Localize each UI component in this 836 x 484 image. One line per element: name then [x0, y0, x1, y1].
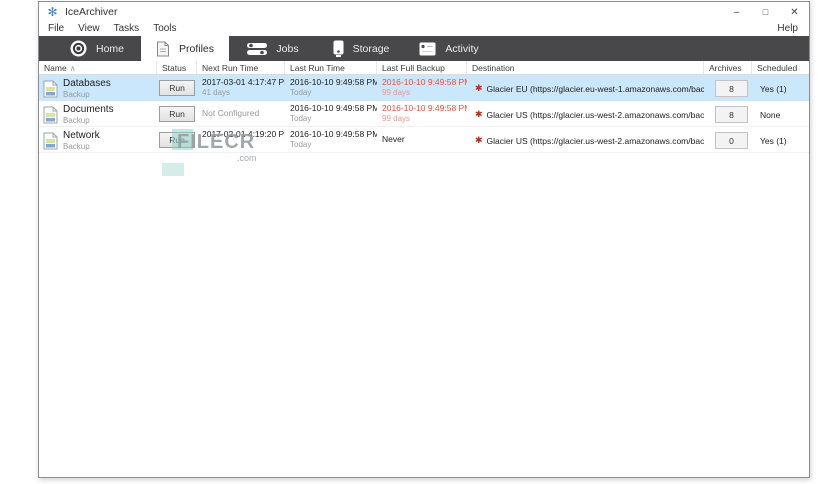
window-controls: – □ ✕ [722, 2, 809, 22]
glacier-icon: ✱ [475, 83, 483, 93]
glacier-icon: ✱ [475, 109, 483, 119]
toolbar: Home Profiles Jobs Storage Activity [39, 36, 809, 61]
app-logo-icon: ✻ [47, 4, 58, 19]
profile-document-icon [43, 132, 58, 150]
tab-activity[interactable]: Activity [405, 36, 493, 61]
profiles-icon [156, 41, 170, 57]
window-title: IceArchiver [65, 6, 118, 18]
profile-document-icon [43, 106, 58, 124]
column-header-last-run[interactable]: Last Run Time [285, 61, 377, 74]
next-run-sub: 41 days [202, 88, 231, 97]
last-full-backup: 2016-10-10 9:49:58 PM [382, 77, 467, 87]
tab-profiles[interactable]: Profiles [141, 36, 229, 61]
close-button[interactable]: ✕ [780, 2, 809, 22]
next-run-time: Not Configured [202, 108, 260, 118]
tab-home-label: Home [95, 42, 124, 55]
profiles-table: Name ∧ Status Next Run Time Last Run Time… [39, 61, 809, 477]
last-full-backup: Never [382, 134, 405, 144]
table-row-databases[interactable]: Databases Backup Run 2017-03-01 4:17:47 … [39, 75, 809, 101]
last-run-sub: Today [290, 140, 312, 149]
activity-icon [419, 42, 436, 56]
home-icon [70, 40, 87, 57]
archives-count[interactable]: 8 [715, 106, 748, 123]
scheduled-value: None [760, 109, 781, 120]
archives-count[interactable]: 8 [715, 80, 748, 97]
storage-icon [333, 40, 344, 57]
tab-jobs[interactable]: Jobs [229, 36, 317, 61]
next-run-time: 2017-02-01 4:19:20 PM [202, 129, 285, 139]
menu-file[interactable]: File [48, 23, 64, 34]
destination-url: Glacier EU (https://glacier.eu-west-1.am… [486, 83, 704, 94]
last-full-sub: 99 days [382, 114, 411, 123]
menu-tasks[interactable]: Tasks [114, 23, 140, 34]
sort-asc-icon: ∧ [69, 64, 76, 73]
last-full-sub: 99 days [382, 88, 411, 97]
destination-url: Glacier US (https://glacier.us-west-2.am… [486, 109, 704, 120]
menu-bar: File View Tasks Tools Help [39, 22, 809, 36]
run-button[interactable]: Run [159, 79, 195, 96]
last-run-sub: Today [290, 114, 312, 123]
column-header-next-run[interactable]: Next Run Time [197, 61, 285, 74]
column-header-destination[interactable]: Destination [467, 61, 704, 74]
table-row-network[interactable]: Network Backup Run 2017-02-01 4:19:20 PM… [39, 127, 809, 153]
destination-url: Glacier US (https://glacier.us-west-2.am… [486, 135, 704, 146]
column-header-scheduled[interactable]: Scheduled [752, 61, 809, 74]
profile-name: Documents [63, 103, 114, 115]
column-header-status[interactable]: Status [157, 61, 197, 74]
run-button[interactable]: Run [159, 131, 195, 148]
menu-view[interactable]: View [78, 23, 100, 34]
last-full-backup: 2016-10-10 9:49:58 PM [382, 103, 467, 113]
table-row-documents[interactable]: Documents Backup Run Not Configured 2016… [39, 101, 809, 127]
last-run-sub: Today [290, 88, 312, 97]
profile-name: Databases [63, 77, 111, 89]
last-run-time: 2016-10-10 9:49:58 PM [290, 103, 377, 113]
column-header-last-full[interactable]: Last Full Backup [377, 61, 467, 74]
maximize-button[interactable]: □ [751, 2, 780, 22]
column-header-archives[interactable]: Archives [704, 61, 752, 74]
app-window: ✻ IceArchiver – □ ✕ File View Tasks Tool… [38, 1, 810, 478]
title-bar: ✻ IceArchiver – □ ✕ [39, 2, 809, 22]
scheduled-value: Yes (1) [760, 83, 787, 94]
table-header: Name ∧ Status Next Run Time Last Run Time… [39, 61, 809, 75]
next-run-time: 2017-03-01 4:17:47 PM [202, 77, 285, 87]
tab-profiles-label: Profiles [178, 42, 214, 55]
column-header-name[interactable]: Name ∧ [39, 61, 157, 74]
menu-tools[interactable]: Tools [153, 23, 176, 34]
profile-type: Backup [63, 115, 90, 125]
scheduled-value: Yes (1) [760, 135, 787, 146]
desktop-background: ✻ IceArchiver – □ ✕ File View Tasks Tool… [0, 0, 836, 484]
glacier-icon: ✱ [475, 135, 483, 145]
minimize-button[interactable]: – [722, 2, 751, 22]
jobs-icon [247, 42, 268, 56]
run-button[interactable]: Run [159, 105, 195, 122]
tab-jobs-label: Jobs [276, 42, 299, 55]
last-run-time: 2016-10-10 9:49:58 PM [290, 77, 377, 87]
profile-type: Backup [63, 141, 90, 151]
tab-storage[interactable]: Storage [317, 36, 405, 61]
last-run-time: 2016-10-10 9:49:58 PM [290, 129, 377, 139]
profile-name: Network [63, 129, 100, 141]
menu-help[interactable]: Help [777, 23, 798, 34]
tab-storage-label: Storage [352, 42, 390, 55]
archives-count[interactable]: 0 [715, 132, 748, 149]
tab-home[interactable]: Home [53, 36, 141, 61]
table-empty-area [39, 153, 809, 477]
profile-document-icon [43, 80, 58, 98]
tab-activity-label: Activity [445, 42, 479, 55]
profile-type: Backup [63, 89, 90, 99]
